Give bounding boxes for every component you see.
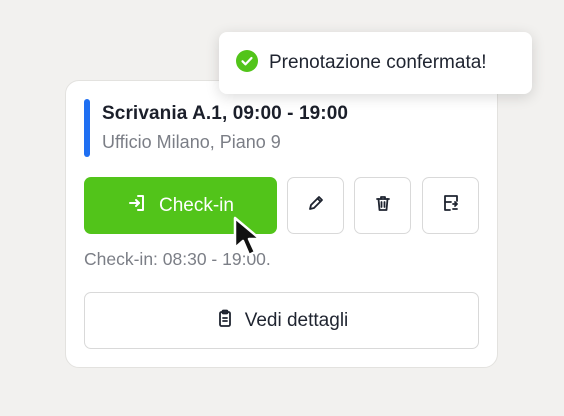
- delete-button[interactable]: [354, 177, 411, 234]
- accent-bar: [84, 99, 90, 157]
- screen: Scrivania A.1, 09:00 - 19:00 Ufficio Mil…: [0, 0, 564, 416]
- booking-card: Scrivania A.1, 09:00 - 19:00 Ufficio Mil…: [65, 80, 498, 368]
- move-desk-button[interactable]: [422, 177, 479, 234]
- success-toast: Prenotazione confermata!: [219, 32, 532, 94]
- mouse-pointer-icon: [231, 214, 271, 260]
- view-details-label: Vedi dettagli: [244, 309, 349, 331]
- booking-location: Ufficio Milano, Piano 9: [102, 132, 281, 152]
- edit-button[interactable]: [287, 177, 344, 234]
- view-details-button[interactable]: Vedi dettagli: [84, 292, 479, 349]
- clipboard-icon: [215, 308, 235, 334]
- move-desk-icon: [441, 193, 461, 218]
- booking-header: Scrivania A.1, 09:00 - 19:00 Ufficio Mil…: [84, 99, 444, 157]
- pencil-icon: [306, 193, 326, 218]
- booking-title: Scrivania A.1, 09:00 - 19:00: [102, 103, 349, 124]
- login-icon: [127, 193, 147, 219]
- checkin-label: Check-in: [159, 194, 234, 216]
- toast-message: Prenotazione confermata!: [269, 52, 487, 73]
- trash-icon: [373, 193, 393, 218]
- check-circle-icon: [236, 49, 258, 77]
